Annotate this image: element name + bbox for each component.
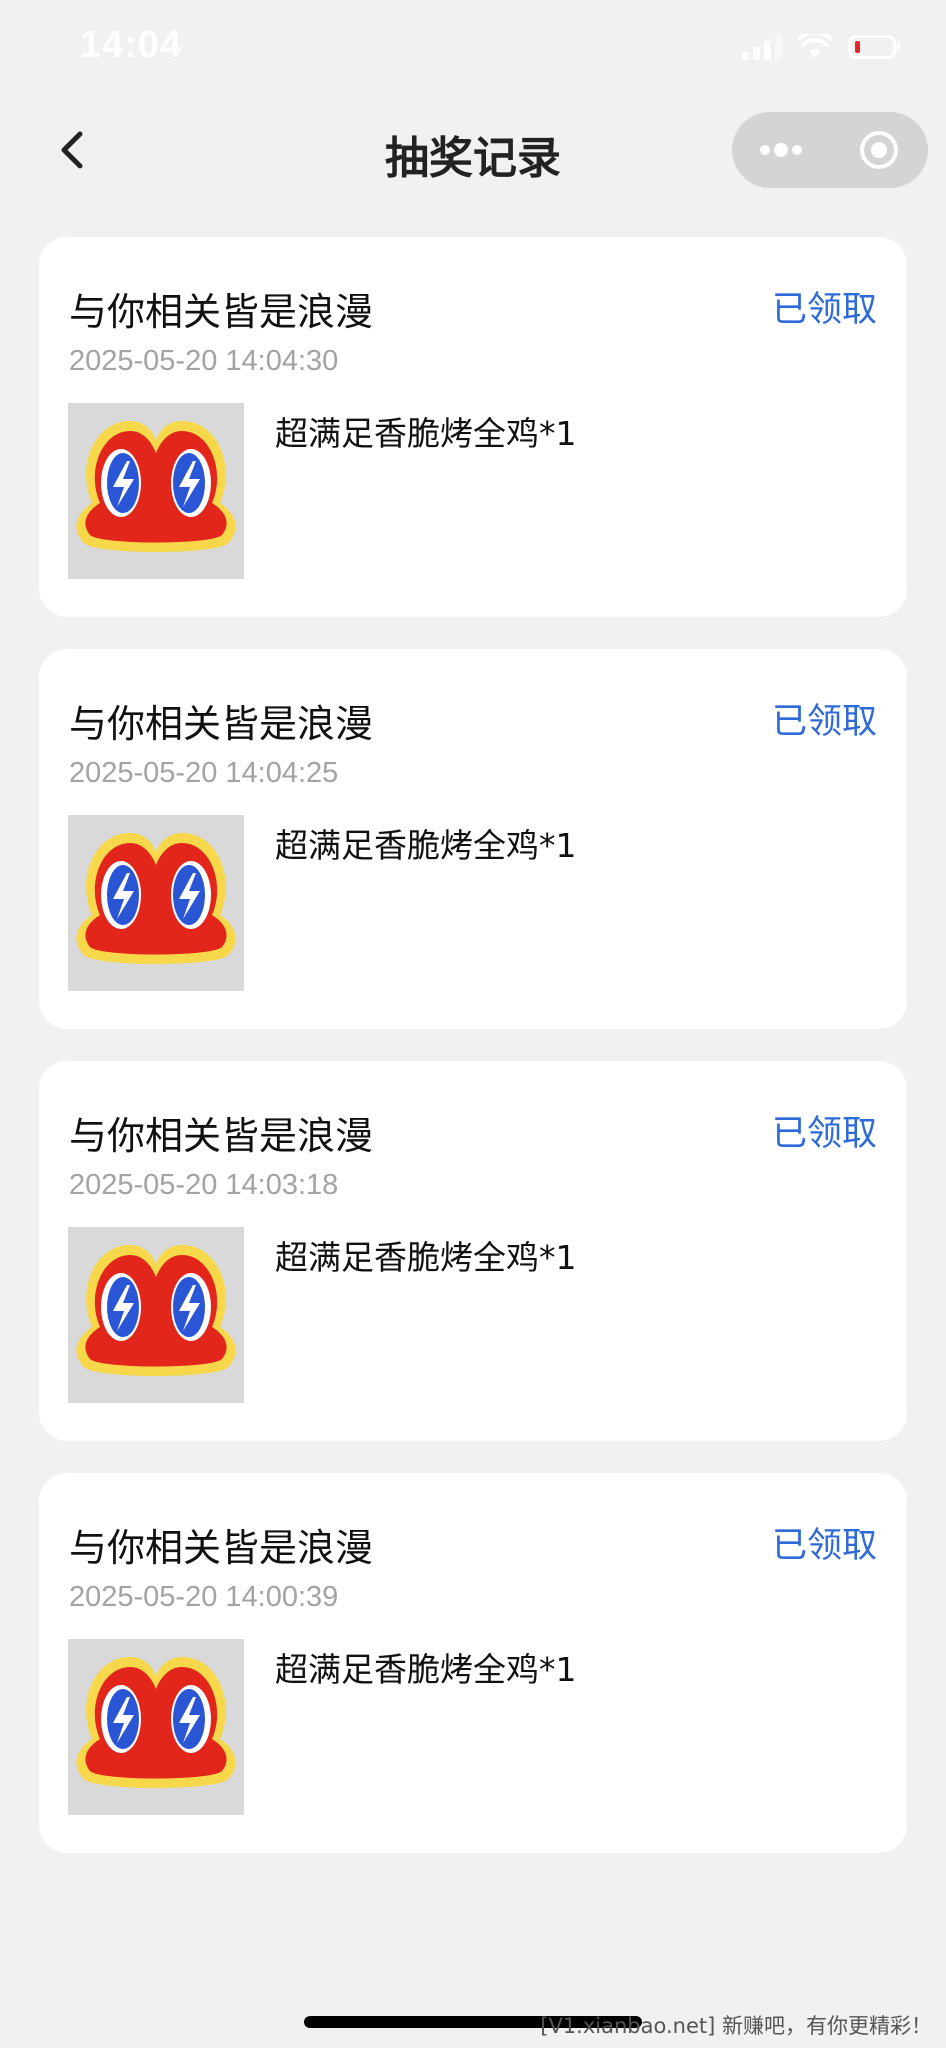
record-prize: 超满足香脆烤全鸡*1 <box>275 414 577 453</box>
record-status-claimed[interactable]: 已领取 <box>772 1105 877 1156</box>
target-circle-icon <box>860 131 898 169</box>
battery-icon <box>848 35 900 59</box>
more-button[interactable] <box>732 112 830 188</box>
record-prize: 超满足香脆烤全鸡*1 <box>275 1650 577 1689</box>
close-button[interactable] <box>830 112 928 188</box>
record-card[interactable]: 与你相关皆是浪漫 已领取 2025-05-20 14:04:30 超满足香脆烤全… <box>39 237 907 617</box>
record-card[interactable]: 与你相关皆是浪漫 已领取 2025-05-20 14:00:39 超满足香脆烤全… <box>39 1473 907 1853</box>
record-name: 与你相关皆是浪漫 <box>69 702 374 746</box>
record-status-claimed[interactable]: 已领取 <box>772 1517 877 1568</box>
prize-logo-image <box>68 1227 244 1403</box>
record-time: 2025-05-20 14:04:25 <box>69 757 339 789</box>
status-icons <box>742 34 900 60</box>
record-name: 与你相关皆是浪漫 <box>69 1526 374 1570</box>
wifi-icon <box>798 34 832 58</box>
record-time: 2025-05-20 14:04:30 <box>69 345 339 377</box>
record-card[interactable]: 与你相关皆是浪漫 已领取 2025-05-20 14:04:25 超满足香脆烤全… <box>39 649 907 1029</box>
watermark-text: [V1.xianbao.net] 新赚吧，有你更精彩！ <box>540 2014 932 2038</box>
more-dots-icon <box>760 143 802 157</box>
record-name: 与你相关皆是浪漫 <box>69 1114 374 1158</box>
prize-logo-image <box>68 403 244 579</box>
record-status-claimed[interactable]: 已领取 <box>772 693 877 744</box>
record-prize: 超满足香脆烤全鸡*1 <box>275 826 577 865</box>
record-status-claimed[interactable]: 已领取 <box>772 281 877 332</box>
navigation-bar: 抽奖记录 <box>0 100 946 200</box>
record-name: 与你相关皆是浪漫 <box>69 290 374 334</box>
status-bar: 14:04 <box>0 0 946 100</box>
status-time: 14:04 <box>80 24 183 66</box>
cellular-signal-icon <box>742 34 782 60</box>
lottery-record-list: 与你相关皆是浪漫 已领取 2025-05-20 14:04:30 超满足香脆烤全… <box>39 237 907 1885</box>
record-time: 2025-05-20 14:00:39 <box>69 1581 339 1613</box>
prize-logo-image <box>68 1639 244 1815</box>
prize-logo-image <box>68 815 244 991</box>
record-card[interactable]: 与你相关皆是浪漫 已领取 2025-05-20 14:03:18 超满足香脆烤全… <box>39 1061 907 1441</box>
mini-program-capsule <box>732 112 928 188</box>
record-time: 2025-05-20 14:03:18 <box>69 1169 339 1201</box>
record-prize: 超满足香脆烤全鸡*1 <box>275 1238 577 1277</box>
